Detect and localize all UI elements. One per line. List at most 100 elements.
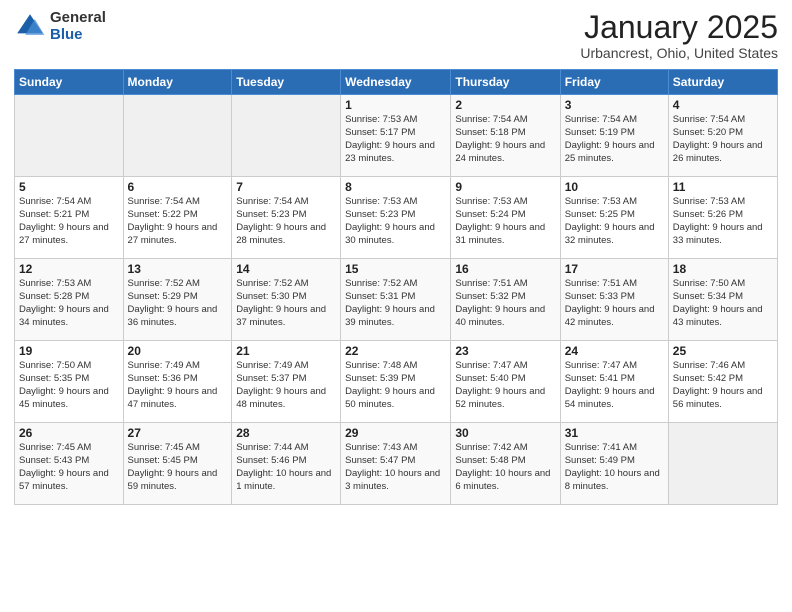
calendar-cell: 21 Sunrise: 7:49 AM Sunset: 5:37 PM Dayli… bbox=[232, 341, 341, 423]
day-info: Sunrise: 7:53 AM Sunset: 5:23 PM Dayligh… bbox=[345, 196, 446, 247]
day-info: Sunrise: 7:54 AM Sunset: 5:20 PM Dayligh… bbox=[673, 114, 773, 165]
day-number: 3 bbox=[565, 98, 664, 112]
day-number: 30 bbox=[455, 426, 555, 440]
day-number: 4 bbox=[673, 98, 773, 112]
calendar-cell: 6 Sunrise: 7:54 AM Sunset: 5:22 PM Daylig… bbox=[123, 177, 232, 259]
day-info: Sunrise: 7:42 AM Sunset: 5:48 PM Dayligh… bbox=[455, 442, 555, 493]
day-info: Sunrise: 7:51 AM Sunset: 5:32 PM Dayligh… bbox=[455, 278, 555, 329]
day-info: Sunrise: 7:54 AM Sunset: 5:18 PM Dayligh… bbox=[455, 114, 555, 165]
calendar-header-row: SundayMondayTuesdayWednesdayThursdayFrid… bbox=[15, 70, 778, 95]
day-number: 1 bbox=[345, 98, 446, 112]
calendar-cell bbox=[15, 95, 124, 177]
calendar-week-row: 1 Sunrise: 7:53 AM Sunset: 5:17 PM Daylig… bbox=[15, 95, 778, 177]
calendar-cell: 4 Sunrise: 7:54 AM Sunset: 5:20 PM Daylig… bbox=[668, 95, 777, 177]
calendar-cell: 10Sunrise: 7:53 AM Sunset: 5:25 PM Dayli… bbox=[560, 177, 668, 259]
calendar-cell: 23 Sunrise: 7:47 AM Sunset: 5:40 PM Dayli… bbox=[451, 341, 560, 423]
day-number: 19 bbox=[19, 344, 119, 358]
day-info: Sunrise: 7:48 AM Sunset: 5:39 PM Dayligh… bbox=[345, 360, 446, 411]
day-info: Sunrise: 7:53 AM Sunset: 5:28 PM Dayligh… bbox=[19, 278, 119, 329]
calendar-table: SundayMondayTuesdayWednesdayThursdayFrid… bbox=[14, 69, 778, 505]
title-block: January 2025 Urbancrest, Ohio, United St… bbox=[580, 10, 778, 61]
page: General Blue January 2025 Urbancrest, Oh… bbox=[0, 0, 792, 612]
day-info: Sunrise: 7:50 AM Sunset: 5:34 PM Dayligh… bbox=[673, 278, 773, 329]
day-info: Sunrise: 7:53 AM Sunset: 5:24 PM Dayligh… bbox=[455, 196, 555, 247]
day-number: 25 bbox=[673, 344, 773, 358]
day-info: Sunrise: 7:53 AM Sunset: 5:17 PM Dayligh… bbox=[345, 114, 446, 165]
day-of-week-header: Tuesday bbox=[232, 70, 341, 95]
day-number: 9 bbox=[455, 180, 555, 194]
day-number: 23 bbox=[455, 344, 555, 358]
day-number: 12 bbox=[19, 262, 119, 276]
day-info: Sunrise: 7:45 AM Sunset: 5:45 PM Dayligh… bbox=[128, 442, 228, 493]
day-number: 11 bbox=[673, 180, 773, 194]
day-of-week-header: Thursday bbox=[451, 70, 560, 95]
calendar-cell: 14Sunrise: 7:52 AM Sunset: 5:30 PM Dayli… bbox=[232, 259, 341, 341]
calendar-cell: 9 Sunrise: 7:53 AM Sunset: 5:24 PM Daylig… bbox=[451, 177, 560, 259]
calendar-cell bbox=[232, 95, 341, 177]
calendar-cell: 28 Sunrise: 7:44 AM Sunset: 5:46 PM Dayli… bbox=[232, 423, 341, 505]
logo-blue: Blue bbox=[50, 27, 106, 44]
day-info: Sunrise: 7:47 AM Sunset: 5:41 PM Dayligh… bbox=[565, 360, 664, 411]
calendar-cell: 1 Sunrise: 7:53 AM Sunset: 5:17 PM Daylig… bbox=[341, 95, 451, 177]
day-number: 28 bbox=[236, 426, 336, 440]
day-info: Sunrise: 7:51 AM Sunset: 5:33 PM Dayligh… bbox=[565, 278, 664, 329]
logo-general: General bbox=[50, 10, 106, 27]
calendar-cell: 7 Sunrise: 7:54 AM Sunset: 5:23 PM Daylig… bbox=[232, 177, 341, 259]
calendar-cell: 13Sunrise: 7:52 AM Sunset: 5:29 PM Dayli… bbox=[123, 259, 232, 341]
day-of-week-header: Sunday bbox=[15, 70, 124, 95]
day-number: 17 bbox=[565, 262, 664, 276]
day-number: 31 bbox=[565, 426, 664, 440]
logo-icon bbox=[14, 11, 46, 43]
month-title: January 2025 bbox=[580, 10, 778, 45]
calendar-cell: 11 Sunrise: 7:53 AM Sunset: 5:26 PM Dayli… bbox=[668, 177, 777, 259]
day-info: Sunrise: 7:47 AM Sunset: 5:40 PM Dayligh… bbox=[455, 360, 555, 411]
day-info: Sunrise: 7:54 AM Sunset: 5:22 PM Dayligh… bbox=[128, 196, 228, 247]
day-info: Sunrise: 7:46 AM Sunset: 5:42 PM Dayligh… bbox=[673, 360, 773, 411]
calendar-cell: 25 Sunrise: 7:46 AM Sunset: 5:42 PM Dayli… bbox=[668, 341, 777, 423]
day-number: 5 bbox=[19, 180, 119, 194]
day-number: 24 bbox=[565, 344, 664, 358]
calendar-cell: 22 Sunrise: 7:48 AM Sunset: 5:39 PM Dayli… bbox=[341, 341, 451, 423]
day-info: Sunrise: 7:54 AM Sunset: 5:23 PM Dayligh… bbox=[236, 196, 336, 247]
calendar-cell: 18Sunrise: 7:50 AM Sunset: 5:34 PM Dayli… bbox=[668, 259, 777, 341]
calendar-cell: 29 Sunrise: 7:43 AM Sunset: 5:47 PM Dayli… bbox=[341, 423, 451, 505]
day-number: 29 bbox=[345, 426, 446, 440]
calendar-cell: 27Sunrise: 7:45 AM Sunset: 5:45 PM Dayli… bbox=[123, 423, 232, 505]
day-info: Sunrise: 7:53 AM Sunset: 5:26 PM Dayligh… bbox=[673, 196, 773, 247]
day-number: 13 bbox=[128, 262, 228, 276]
day-info: Sunrise: 7:41 AM Sunset: 5:49 PM Dayligh… bbox=[565, 442, 664, 493]
calendar-cell: 24 Sunrise: 7:47 AM Sunset: 5:41 PM Dayli… bbox=[560, 341, 668, 423]
day-number: 15 bbox=[345, 262, 446, 276]
day-info: Sunrise: 7:44 AM Sunset: 5:46 PM Dayligh… bbox=[236, 442, 336, 493]
logo-text-block: General Blue bbox=[50, 10, 106, 43]
calendar-cell bbox=[668, 423, 777, 505]
day-info: Sunrise: 7:45 AM Sunset: 5:43 PM Dayligh… bbox=[19, 442, 119, 493]
header: General Blue January 2025 Urbancrest, Oh… bbox=[14, 10, 778, 61]
calendar-cell: 31 Sunrise: 7:41 AM Sunset: 5:49 PM Dayli… bbox=[560, 423, 668, 505]
calendar-cell: 16Sunrise: 7:51 AM Sunset: 5:32 PM Dayli… bbox=[451, 259, 560, 341]
calendar-cell: 3Sunrise: 7:54 AM Sunset: 5:19 PM Daylig… bbox=[560, 95, 668, 177]
calendar-cell: 8Sunrise: 7:53 AM Sunset: 5:23 PM Daylig… bbox=[341, 177, 451, 259]
day-of-week-header: Saturday bbox=[668, 70, 777, 95]
day-info: Sunrise: 7:54 AM Sunset: 5:21 PM Dayligh… bbox=[19, 196, 119, 247]
day-number: 6 bbox=[128, 180, 228, 194]
calendar-cell: 5 Sunrise: 7:54 AM Sunset: 5:21 PM Daylig… bbox=[15, 177, 124, 259]
calendar-cell: 12 Sunrise: 7:53 AM Sunset: 5:28 PM Dayli… bbox=[15, 259, 124, 341]
logo: General Blue bbox=[14, 10, 106, 43]
day-info: Sunrise: 7:49 AM Sunset: 5:37 PM Dayligh… bbox=[236, 360, 336, 411]
day-of-week-header: Wednesday bbox=[341, 70, 451, 95]
calendar-cell: 20Sunrise: 7:49 AM Sunset: 5:36 PM Dayli… bbox=[123, 341, 232, 423]
calendar-week-row: 5 Sunrise: 7:54 AM Sunset: 5:21 PM Daylig… bbox=[15, 177, 778, 259]
day-number: 21 bbox=[236, 344, 336, 358]
day-info: Sunrise: 7:52 AM Sunset: 5:31 PM Dayligh… bbox=[345, 278, 446, 329]
day-info: Sunrise: 7:53 AM Sunset: 5:25 PM Dayligh… bbox=[565, 196, 664, 247]
day-number: 20 bbox=[128, 344, 228, 358]
day-of-week-header: Friday bbox=[560, 70, 668, 95]
day-number: 7 bbox=[236, 180, 336, 194]
day-info: Sunrise: 7:52 AM Sunset: 5:30 PM Dayligh… bbox=[236, 278, 336, 329]
day-number: 22 bbox=[345, 344, 446, 358]
day-info: Sunrise: 7:43 AM Sunset: 5:47 PM Dayligh… bbox=[345, 442, 446, 493]
calendar-cell bbox=[123, 95, 232, 177]
day-of-week-header: Monday bbox=[123, 70, 232, 95]
calendar-cell: 19Sunrise: 7:50 AM Sunset: 5:35 PM Dayli… bbox=[15, 341, 124, 423]
